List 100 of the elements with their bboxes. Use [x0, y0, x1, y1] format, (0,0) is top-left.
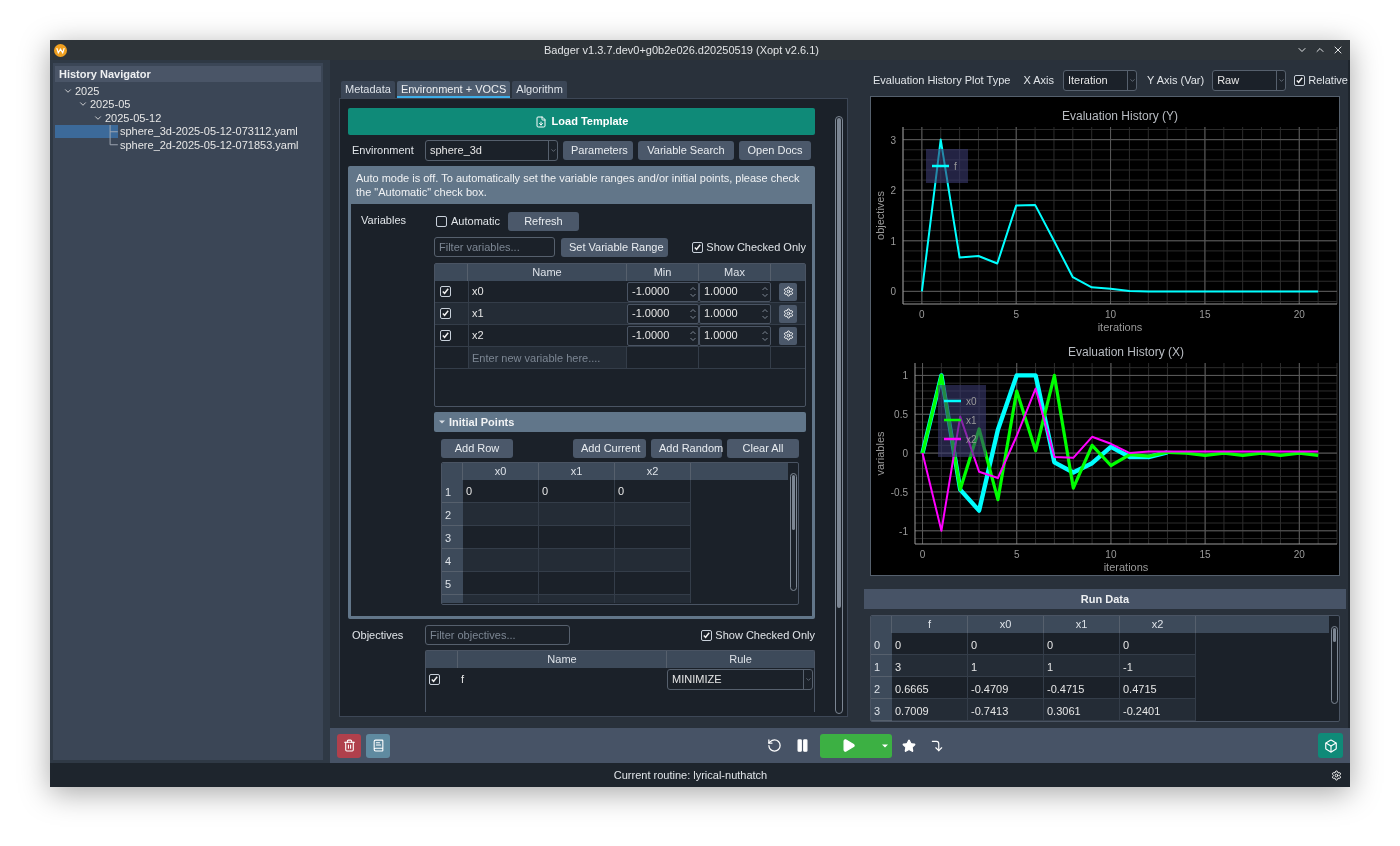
column-header: x1: [539, 463, 615, 480]
min-spinbox[interactable]: -1.0000: [627, 325, 699, 346]
tick-label: 0: [890, 286, 896, 298]
tab[interactable]: Algorithm: [512, 81, 567, 98]
checkbox-label: Show Checked Only: [715, 627, 815, 643]
column-header: Max: [699, 264, 771, 281]
table-cell: 0: [539, 480, 615, 503]
filter-objectives-field[interactable]: Filter objectives...: [425, 625, 570, 645]
max-spinbox[interactable]: 1.0000: [699, 303, 771, 324]
tick-label: 10: [1105, 309, 1117, 320]
tree-item[interactable]: 2025-05-12: [55, 111, 162, 125]
column-header: Rule: [667, 651, 814, 668]
table-cell: 0: [1044, 633, 1120, 655]
row-header: 3: [871, 699, 892, 721]
y-axis-label: Y Axis (Var): [1147, 72, 1205, 88]
row-header: 1: [442, 480, 463, 503]
clear-all-button[interactable]: Clear All: [727, 438, 799, 458]
legend-label: x0: [966, 396, 977, 407]
column-header: x1: [1044, 616, 1120, 633]
chart-title: Evaluation History (Y): [1062, 109, 1178, 123]
environment-dropdown[interactable]: sphere_3d: [425, 140, 558, 161]
legend-label: x1: [966, 415, 977, 426]
tick-label: 20: [1293, 549, 1305, 560]
column-header: Name: [458, 651, 667, 668]
checkbox-label: Automatic: [451, 214, 500, 230]
x-axis-label: X Axis: [1023, 72, 1054, 88]
tick-label: 0: [919, 549, 926, 560]
table-cell: -0.2401: [1120, 699, 1196, 721]
status-text: Current routine: lyrical-nuthatch: [612, 767, 769, 783]
variable-search-button[interactable]: Variable Search: [638, 141, 734, 160]
tick-label: 2: [890, 185, 896, 197]
tick-label: 20: [1293, 309, 1305, 320]
tick-label: 0.5: [894, 409, 908, 421]
table-cell: 0: [463, 480, 539, 503]
x-axis-dropdown[interactable]: Iteration: [1062, 69, 1138, 91]
tree-item[interactable]: sphere_2d-2025-05-12-071853.yaml: [55, 138, 321, 152]
table-cell-text: f: [460, 671, 466, 687]
column-header: Name: [468, 264, 627, 281]
filter-variables-field[interactable]: Filter variables...: [434, 237, 555, 257]
row-header: 2: [442, 503, 463, 526]
initial-points-header[interactable]: Initial Points: [434, 412, 806, 432]
add-random-button[interactable]: Add Random: [651, 438, 722, 458]
row-header: 5: [442, 572, 463, 595]
table-cell: 1: [968, 655, 1044, 677]
checkbox-label: Show Checked Only: [706, 239, 806, 255]
new-variable-field[interactable]: Enter new variable here....: [468, 347, 627, 368]
table-cell: 0: [968, 633, 1044, 655]
rule-dropdown[interactable]: MINIMIZE: [667, 668, 813, 690]
table-cell: 0.4715: [1120, 677, 1196, 699]
load-template-button[interactable]: Load Template: [348, 108, 815, 135]
tick-label: 1: [890, 235, 896, 247]
plot-type-label: Evaluation History Plot Type: [873, 72, 1011, 88]
section-label: Objectives: [351, 627, 405, 643]
tree-item[interactable]: 2025-05: [55, 97, 131, 111]
table-cell: -0.4715: [1044, 677, 1120, 699]
row-header: 4: [442, 549, 463, 572]
tree-item[interactable]: sphere_3d-2025-05-12-073112.yaml: [55, 124, 321, 138]
tree-item[interactable]: 2025: [55, 84, 100, 98]
row-header: 1: [871, 655, 892, 677]
axis-label: iterations: [1103, 561, 1149, 573]
table-cell: 0: [615, 480, 691, 503]
axis-label: variables: [874, 431, 886, 476]
min-spinbox[interactable]: -1.0000: [627, 281, 699, 302]
tick-label: 0: [902, 448, 908, 460]
column-header: x0: [968, 616, 1044, 633]
table-cell: 0.6665: [892, 677, 968, 699]
max-spinbox[interactable]: 1.0000: [699, 325, 771, 346]
open-docs-button[interactable]: Open Docs: [739, 141, 811, 160]
checkbox-label: Relative: [1308, 72, 1348, 88]
max-spinbox[interactable]: 1.0000: [699, 281, 771, 302]
min-spinbox[interactable]: -1.0000: [627, 303, 699, 324]
column-header: x0: [463, 463, 539, 480]
parameters-button[interactable]: Parameters: [563, 141, 633, 160]
set-variable-range-button[interactable]: Set Variable Range: [561, 237, 668, 257]
column-header: f: [892, 616, 968, 633]
table-cell: 1: [1044, 655, 1120, 677]
tick-label: 1: [902, 370, 908, 382]
tab[interactable]: Environment + VOCS: [396, 81, 511, 98]
tick-label: 0: [919, 309, 925, 320]
column-header: x2: [1120, 616, 1196, 633]
table-cell: -0.7413: [968, 699, 1044, 721]
y-axis-dropdown[interactable]: Raw: [1212, 69, 1287, 91]
tick-label: 15: [1199, 309, 1211, 320]
tick-label: 3: [890, 134, 896, 146]
refresh-button[interactable]: Refresh: [507, 212, 579, 231]
section-label: Variables: [360, 213, 408, 228]
row-header: 2: [871, 677, 892, 699]
tick-label: 15: [1199, 549, 1211, 560]
chart-title: Evaluation History (X): [1068, 345, 1184, 359]
table-cell: -1: [1120, 655, 1196, 677]
field-label: Environment: [351, 143, 415, 159]
panel-title: Run Data: [1079, 591, 1131, 607]
add-row-button[interactable]: Add Row: [441, 438, 513, 458]
row-header: 3: [442, 526, 463, 549]
table-cell: 0.3061: [1044, 699, 1120, 721]
column-header: x2: [615, 463, 691, 480]
tab[interactable]: Metadata: [341, 81, 395, 98]
window-title: Badger v1.3.7.dev0+g0b2e026.d20250519 (Xopt v2.6.1): [543, 42, 820, 58]
auto-mode-notice: Auto mode is off. To automatically set the variable ranges and/or initial points, please check the "Automatic" check box.: [355, 171, 801, 200]
add-current-button[interactable]: Add Current: [573, 438, 646, 458]
